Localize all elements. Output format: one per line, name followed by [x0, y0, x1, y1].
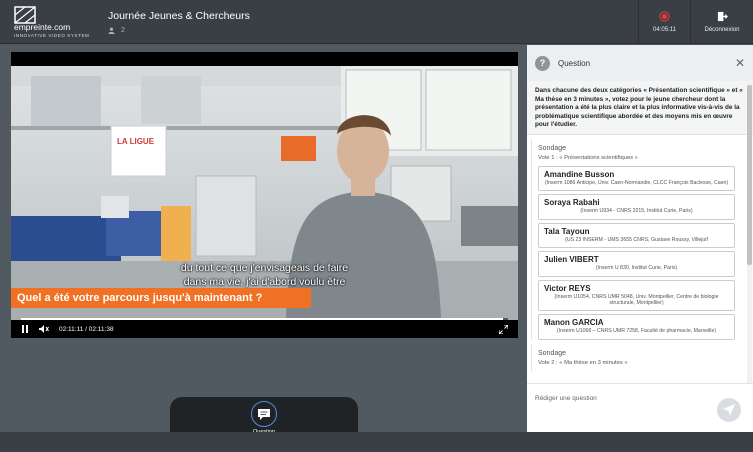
close-icon[interactable]: ✕: [735, 56, 745, 70]
panel-header: ? Question ✕: [527, 45, 753, 81]
candidate-option[interactable]: Julien VIBERT (Inserm U 830, Institut Cu…: [538, 251, 735, 277]
brand-tagline: INNOVATIVE VIDEO SYSTEM: [14, 33, 90, 38]
user-icon: [108, 27, 115, 34]
poll-1-vote: Vote 1 : « Présentations scientifiques »: [538, 154, 638, 161]
video-player[interactable]: LA LIGUE du tout ce que j'envisageais de…: [11, 52, 518, 338]
question-banner: Quel a été votre parcours jusqu'à mainte…: [11, 288, 311, 308]
candidate-name: Manon GARCIA: [544, 318, 604, 328]
candidate-affiliation: (Inserm U1054, CNRS UMR 5048, Univ. Mont…: [554, 293, 719, 306]
question-mark-icon: ?: [535, 55, 550, 71]
viewer-count-value: 2: [121, 26, 125, 34]
candidate-name: Julien VIBERT: [544, 255, 599, 265]
poll-1-title: Sondage: [538, 144, 567, 152]
event-info: Journée Jeunes & Chercheurs 2: [100, 0, 638, 43]
candidate-affiliation: (US 23 INSERM - UMS 3655 CNRS, Gustave R…: [565, 236, 708, 243]
logout-button[interactable]: Déconnexion: [690, 0, 753, 43]
poll-1: Sondage Vote 1 : « Présentations scienti…: [531, 138, 743, 340]
logout-label: Déconnexion: [704, 26, 740, 33]
volume-icon[interactable]: [39, 325, 49, 333]
candidate-name: Soraya Rabahi: [544, 198, 600, 208]
candidate-affiliation: (Inserm U 830, Institut Curie, Paris): [595, 265, 678, 272]
candidate-affiliation: (Inserm 1086 Anticipe, Univ. Caen-Norman…: [544, 179, 729, 186]
candidate-name: Amandine Busson: [544, 169, 615, 179]
fullscreen-icon[interactable]: [499, 324, 508, 334]
poll-instructions: Dans chacune des deux catégories « Prése…: [527, 81, 753, 135]
brand-logo[interactable]: empreinte.com INNOVATIVE VIDEO SYSTEM: [0, 0, 100, 44]
poll-2: Sondage Vote 2 : « Ma thèse en 3 minutes…: [531, 343, 743, 371]
candidate-affiliation: (Inserm U934 - CNRS 3215, Institut Curie…: [580, 208, 693, 215]
video-controls: 02:11:11 / 02:11:38: [11, 320, 518, 338]
candidate-affiliation: (Inserm U1068 – CNRS UMR 7258, Faculté d…: [556, 328, 717, 335]
video-time-display: 02:11:11 / 02:11:38: [59, 325, 114, 333]
event-title: Journée Jeunes & Chercheurs: [108, 9, 250, 22]
top-bar: empreinte.com INNOVATIVE VIDEO SYSTEM Jo…: [0, 0, 753, 44]
viewer-count: 2: [108, 27, 638, 34]
question-panel: ? Question ✕ Dans chacune des deux catég…: [527, 45, 753, 432]
brand-name: empreinte.com: [14, 22, 71, 32]
svg-text:LA LIGUE: LA LIGUE: [117, 137, 155, 146]
question-compose[interactable]: Rédiger une question: [527, 383, 753, 432]
chat-bubble-icon: [258, 408, 270, 420]
video-stage: LA LIGUE du tout ce que j'envisageais de…: [0, 45, 527, 452]
subtitle-line-1: du tout ce que j'envisageais de faire: [180, 262, 349, 274]
question-toggle-button[interactable]: [251, 401, 277, 427]
candidate-option[interactable]: Soraya Rabahi (Inserm U934 - CNRS 3215, …: [538, 194, 735, 220]
poll-2-vote: Vote 2 : « Ma thèse en 3 minutes »: [538, 359, 628, 366]
paper-plane-icon: [723, 404, 735, 416]
panel-scroll-area[interactable]: Dans chacune des deux catégories « Prése…: [527, 81, 753, 383]
candidate-name: Victor REYS: [544, 283, 591, 293]
pause-icon[interactable]: [21, 325, 29, 333]
poll-2-title: Sondage: [538, 349, 567, 357]
compose-placeholder[interactable]: Rédiger une question: [535, 395, 597, 402]
candidate-option[interactable]: Tala Tayoun (US 23 INSERM - UMS 3655 CNR…: [538, 222, 735, 249]
video-frame: LA LIGUE du tout ce que j'envisageais de…: [11, 66, 518, 320]
candidate-name: Tala Tayoun: [544, 226, 590, 236]
candidate-option[interactable]: Amandine Busson (Inserm 1086 Anticipe, U…: [538, 165, 735, 192]
record-icon: [659, 10, 670, 22]
record-time: 04:05:11: [653, 26, 676, 33]
send-button[interactable]: [717, 398, 741, 422]
subtitle-line-2: dans ma vie, j'ai d'abord voulu être: [183, 276, 346, 288]
candidate-option[interactable]: Manon GARCIA (Inserm U1068 – CNRS UMR 72…: [538, 314, 735, 340]
footer-bar: [0, 432, 753, 452]
panel-scrollbar-thumb[interactable]: [747, 85, 752, 265]
record-button[interactable]: 04:05:11: [638, 0, 690, 43]
candidate-option[interactable]: Victor REYS (Inserm U1054, CNRS UMR 5048…: [538, 279, 735, 312]
logout-icon: [717, 11, 728, 21]
panel-title: Question: [558, 58, 591, 68]
